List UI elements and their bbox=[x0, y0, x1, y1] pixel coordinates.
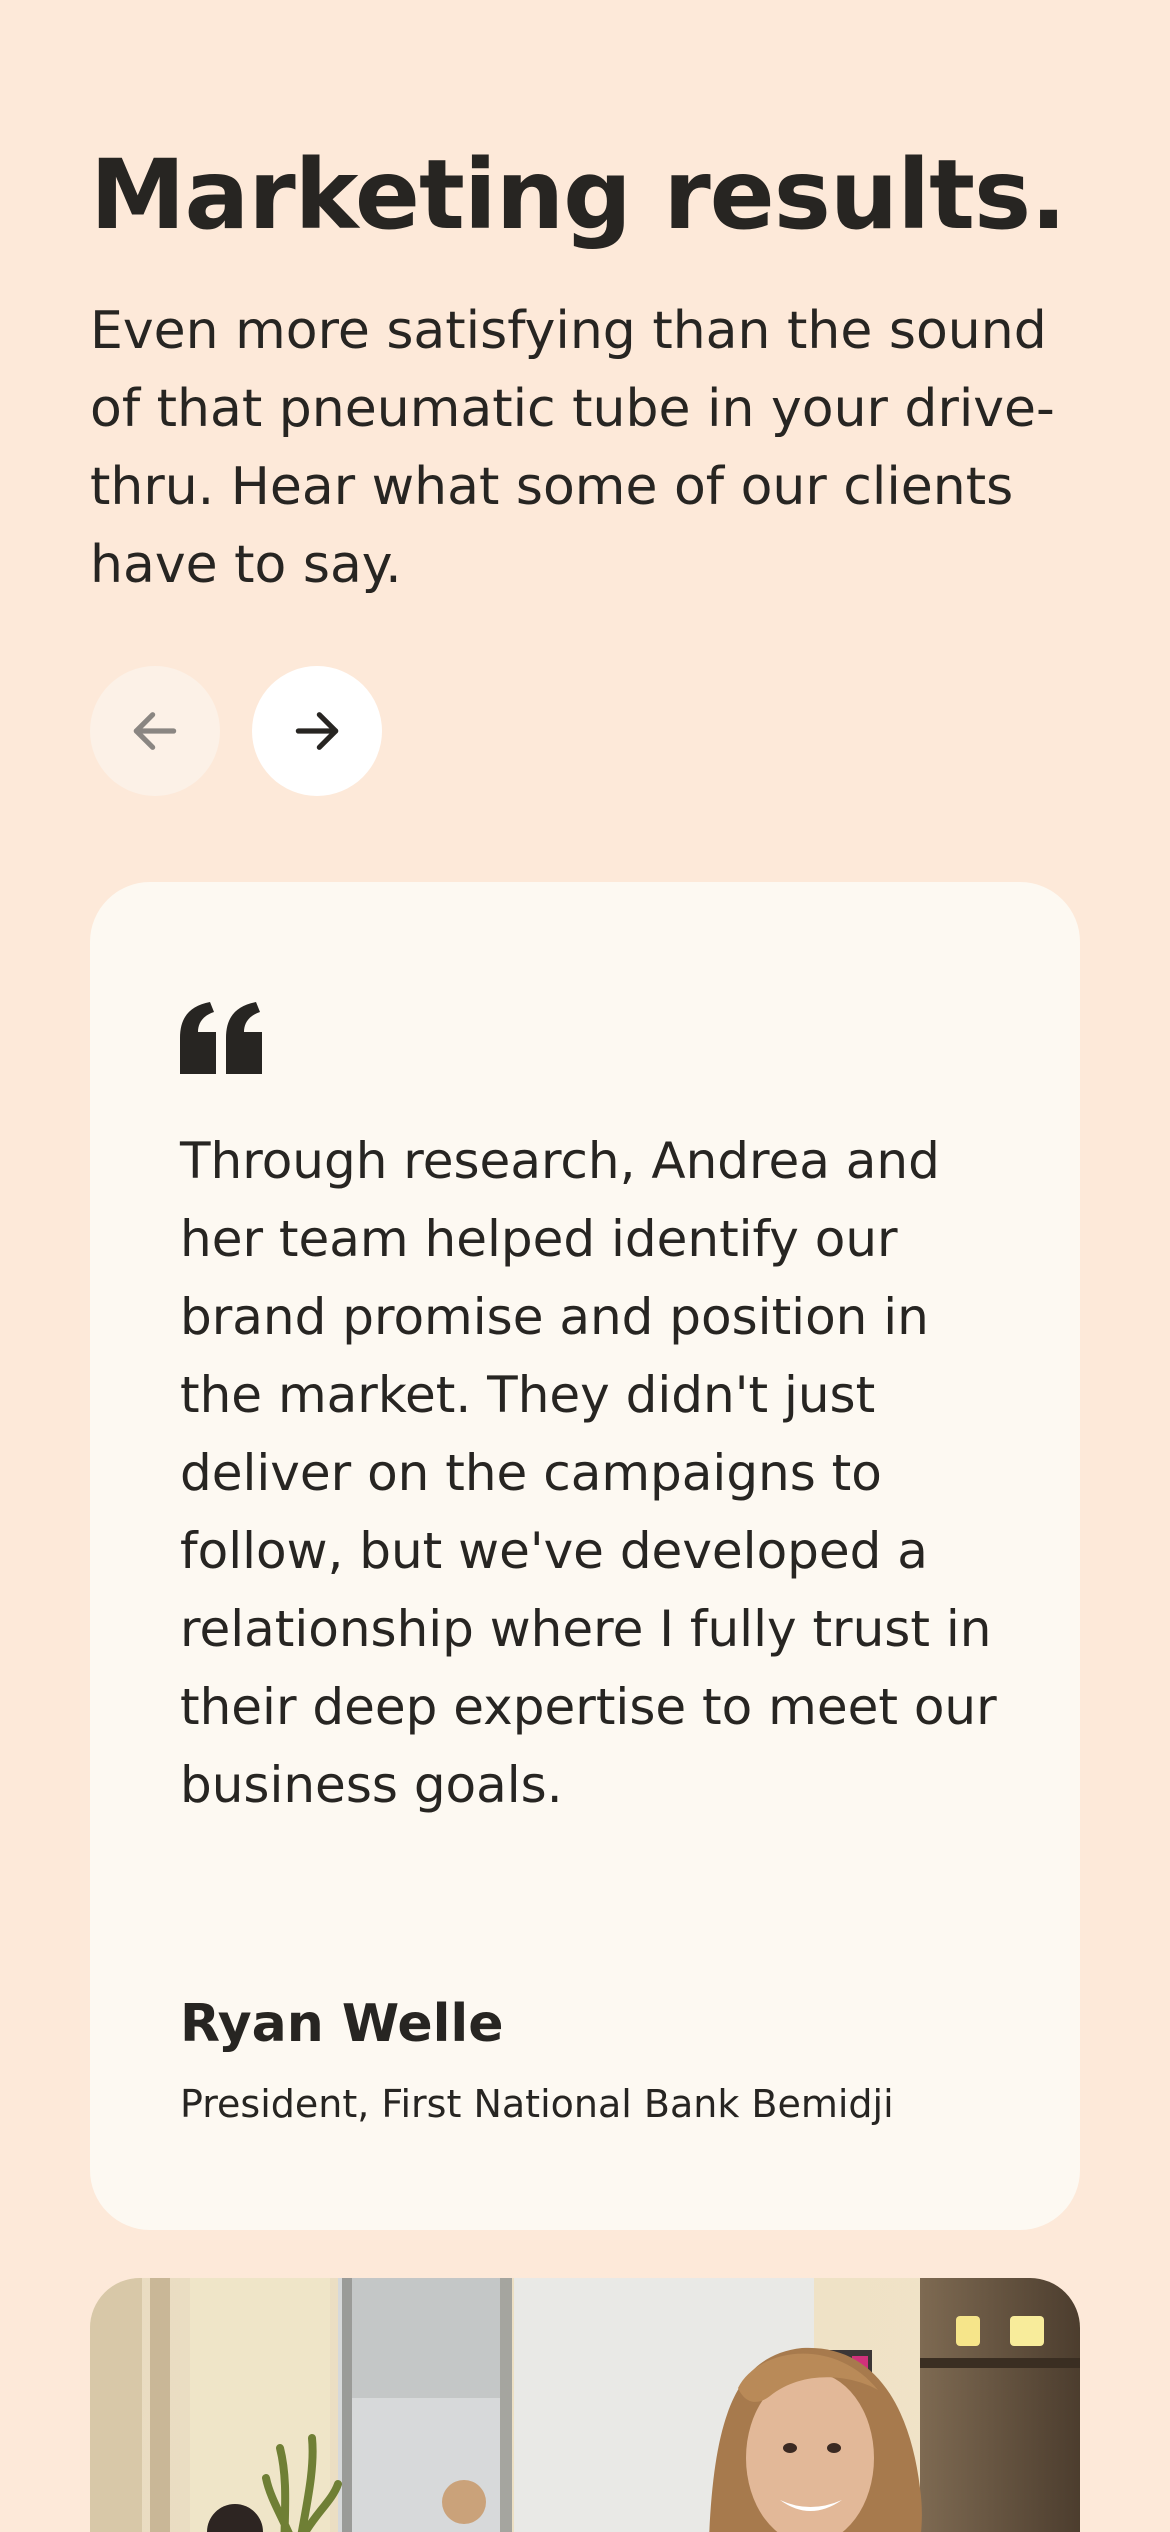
office-photo-illustration bbox=[90, 2278, 1080, 2532]
arrow-left-icon bbox=[133, 712, 177, 750]
quote-icon bbox=[180, 1002, 262, 1074]
carousel-next-button[interactable] bbox=[252, 666, 382, 796]
testimonial-photo bbox=[90, 2278, 1080, 2532]
section-heading: Marketing results. bbox=[90, 139, 1067, 251]
testimonial-quote: Through research, Andrea and her team he… bbox=[180, 1132, 997, 1814]
carousel-prev-button[interactable] bbox=[90, 666, 220, 796]
arrow-right-icon bbox=[295, 712, 339, 750]
testimonials-section: Marketing results. Even more satisfying … bbox=[0, 0, 1170, 2532]
testimonial-author-name: Ryan Welle bbox=[180, 1994, 504, 2054]
testimonial-card: Through research, Andrea and her team he… bbox=[90, 882, 1080, 2230]
section-intro: Even more satisfying than the sound of t… bbox=[90, 301, 1055, 595]
testimonial-author-title: President, First National Bank Bemidji bbox=[180, 2082, 894, 2126]
